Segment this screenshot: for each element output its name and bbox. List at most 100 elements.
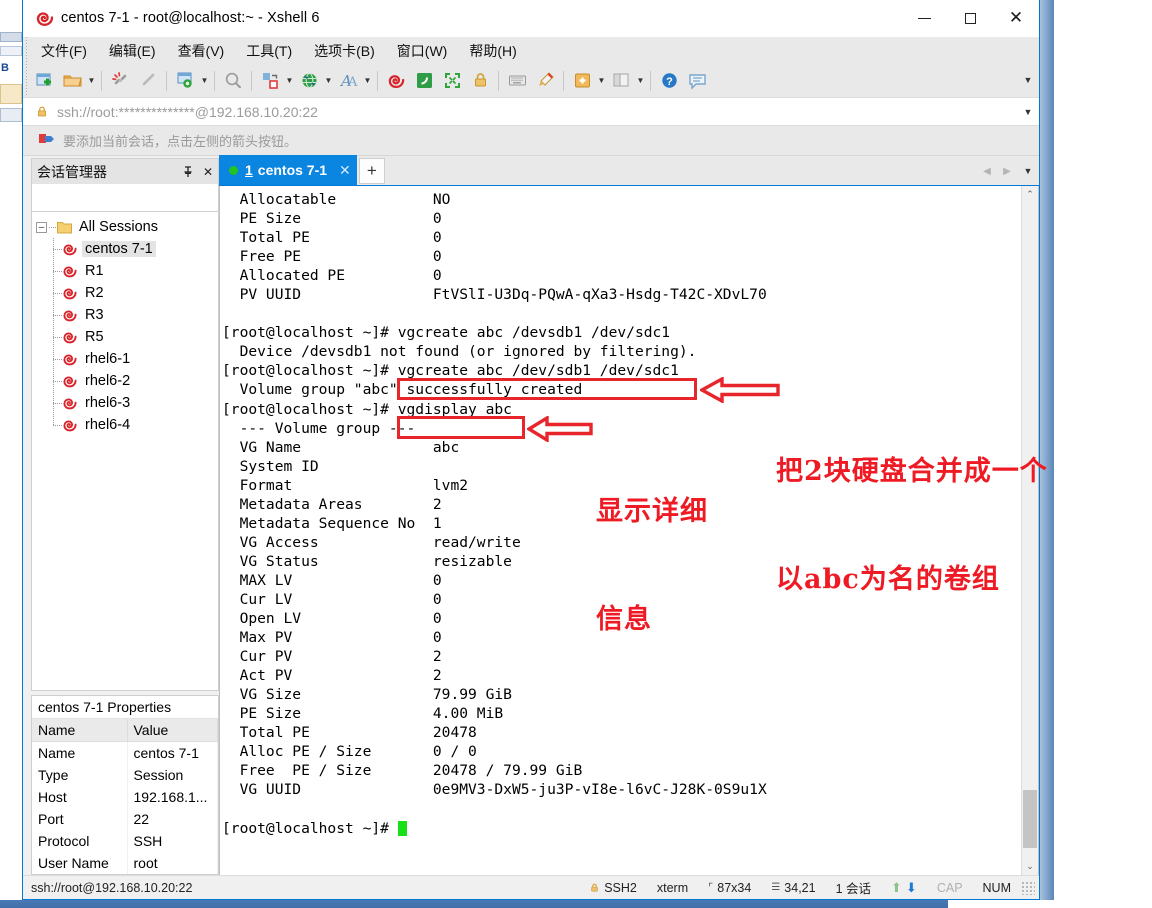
reconnect-icon[interactable] bbox=[136, 69, 160, 93]
session-item-rhel6-2[interactable]: rhel6-2 bbox=[32, 370, 218, 392]
tree-connector bbox=[53, 403, 63, 404]
table-row[interactable]: Name centos 7-1 bbox=[32, 741, 218, 764]
tab-scroll-left-icon[interactable]: ◀ bbox=[977, 157, 997, 185]
file-transfer-dropdown-icon[interactable]: ▼ bbox=[284, 69, 295, 93]
property-name: Protocol bbox=[32, 830, 128, 852]
session-item-r1[interactable]: R1 bbox=[32, 260, 218, 282]
pin-icon[interactable] bbox=[178, 162, 198, 182]
fullscreen-icon[interactable] bbox=[440, 69, 464, 93]
xftp-icon[interactable] bbox=[412, 69, 436, 93]
open-folder-icon[interactable] bbox=[60, 69, 84, 93]
font-dropdown-icon[interactable]: ▼ bbox=[362, 69, 373, 93]
property-value: SSH bbox=[127, 830, 218, 852]
xshell-icon[interactable] bbox=[384, 69, 408, 93]
minimize-button[interactable] bbox=[901, 0, 947, 36]
table-row[interactable]: Port 22 bbox=[32, 808, 218, 830]
address-dropdown-icon[interactable]: ▼ bbox=[1017, 107, 1039, 117]
address-input[interactable]: ssh://root:**************@192.168.10.20:… bbox=[57, 104, 1017, 120]
table-row[interactable]: Protocol SSH bbox=[32, 830, 218, 852]
toolbar-overflow-icon[interactable]: ▼ bbox=[1021, 69, 1035, 91]
menu-file[interactable]: 文件(F) bbox=[30, 38, 98, 64]
menu-window[interactable]: 窗口(W) bbox=[386, 38, 459, 64]
comment-icon[interactable] bbox=[685, 69, 709, 93]
find-icon[interactable] bbox=[221, 69, 245, 93]
scroll-up-icon[interactable]: ⌃ bbox=[1022, 186, 1038, 203]
tab-bar: 1 centos 7-1 ✕ + ◀ ▶ ▼ bbox=[219, 155, 1039, 186]
status-screen-size[interactable]: ⌜ 87x34 bbox=[698, 881, 761, 895]
status-terminal-type[interactable]: xterm bbox=[647, 881, 698, 895]
close-button[interactable]: ✕ bbox=[993, 0, 1039, 36]
toolbar-grip[interactable] bbox=[23, 64, 30, 97]
annotation-note-left: 显示详细 信息 bbox=[596, 422, 708, 710]
session-icon bbox=[62, 351, 78, 367]
session-item-centos-7-1[interactable]: centos 7-1 bbox=[32, 238, 218, 260]
tab-centos-7-1[interactable]: 1 centos 7-1 ✕ bbox=[219, 155, 357, 185]
tree-node-all-sessions[interactable]: – All Sessions bbox=[32, 216, 218, 238]
split-view-dropdown-icon[interactable]: ▼ bbox=[635, 69, 646, 93]
session-properties-icon[interactable] bbox=[173, 69, 197, 93]
globe-icon[interactable] bbox=[297, 69, 321, 93]
new-tab-button[interactable]: + bbox=[358, 158, 385, 184]
new-session-icon[interactable] bbox=[32, 69, 56, 93]
session-label: rhel6-4 bbox=[85, 417, 131, 433]
xshell-logo-icon bbox=[31, 8, 59, 28]
background-window-b[interactable] bbox=[0, 46, 22, 56]
resize-grip[interactable] bbox=[1021, 880, 1035, 895]
background-window-d[interactable] bbox=[0, 84, 22, 104]
keyboard-icon[interactable] bbox=[505, 69, 529, 93]
session-item-r2[interactable]: R2 bbox=[32, 282, 218, 304]
tab-close-icon[interactable]: ✕ bbox=[339, 162, 351, 179]
session-item-rhel6-1[interactable]: rhel6-1 bbox=[32, 348, 218, 370]
status-protocol[interactable]: SSH2 bbox=[579, 881, 647, 895]
lock-icon bbox=[589, 882, 600, 894]
menu-help[interactable]: 帮助(H) bbox=[458, 38, 527, 64]
table-row[interactable]: User Name root bbox=[32, 852, 218, 874]
maximize-button[interactable] bbox=[947, 0, 993, 36]
add-tab-icon[interactable] bbox=[570, 69, 594, 93]
tree-connector bbox=[53, 414, 54, 425]
disconnect-icon[interactable] bbox=[108, 69, 132, 93]
session-properties-dropdown-icon[interactable]: ▼ bbox=[199, 69, 210, 93]
background-window-e[interactable] bbox=[0, 108, 22, 122]
session-label: R5 bbox=[85, 329, 104, 345]
property-name: Host bbox=[32, 786, 128, 808]
session-item-rhel6-3[interactable]: rhel6-3 bbox=[32, 392, 218, 414]
background-window-a[interactable] bbox=[0, 32, 22, 42]
menu-tools[interactable]: 工具(T) bbox=[235, 38, 303, 64]
menu-view[interactable]: 查看(V) bbox=[167, 38, 236, 64]
menu-edit[interactable]: 编辑(E) bbox=[98, 38, 167, 64]
session-label: rhel6-1 bbox=[85, 351, 131, 367]
status-session-count[interactable]: 1 会话 bbox=[826, 878, 881, 897]
tab-list-menu-icon[interactable]: ▼ bbox=[1017, 157, 1039, 185]
menubar-grip[interactable] bbox=[23, 37, 30, 64]
session-item-r5[interactable]: R5 bbox=[32, 326, 218, 348]
globe-dropdown-icon[interactable]: ▼ bbox=[323, 69, 334, 93]
session-search-box[interactable] bbox=[31, 184, 232, 212]
scroll-down-icon[interactable]: ⌄ bbox=[1022, 858, 1038, 875]
collapse-icon[interactable]: – bbox=[36, 221, 47, 233]
table-row[interactable]: Host 192.168.1... bbox=[32, 786, 218, 808]
lock-icon[interactable] bbox=[468, 69, 492, 93]
session-icon bbox=[62, 395, 78, 411]
open-folder-dropdown-icon[interactable]: ▼ bbox=[86, 69, 97, 93]
help-icon[interactable]: ? bbox=[657, 69, 681, 93]
table-row[interactable]: Type Session bbox=[32, 764, 218, 786]
add-tab-dropdown-icon[interactable]: ▼ bbox=[596, 69, 607, 93]
close-panel-icon[interactable]: ✕ bbox=[198, 162, 218, 182]
session-item-r3[interactable]: R3 bbox=[32, 304, 218, 326]
tab-scroll-right-icon[interactable]: ▶ bbox=[997, 157, 1017, 185]
menu-tabs[interactable]: 选项卡(B) bbox=[303, 38, 386, 64]
tree-label-all-sessions: All Sessions bbox=[79, 219, 158, 235]
scrollbar-thumb[interactable] bbox=[1023, 790, 1037, 848]
session-tree[interactable]: – All Sessions centos 7-1 R1 R2 R3 R5 rh… bbox=[31, 212, 219, 691]
file-transfer-icon[interactable] bbox=[258, 69, 282, 93]
status-cursor-position[interactable]: ☰ 34,21 bbox=[761, 881, 825, 895]
background-window-c[interactable]: B bbox=[0, 60, 14, 76]
font-icon[interactable]: A A bbox=[336, 69, 360, 93]
split-view-icon[interactable] bbox=[609, 69, 633, 93]
toolbar-separator bbox=[377, 70, 378, 91]
highlight-icon[interactable] bbox=[533, 69, 557, 93]
session-item-rhel6-4[interactable]: rhel6-4 bbox=[32, 414, 218, 436]
session-search-input[interactable] bbox=[32, 190, 213, 205]
annotation-box-vgcreate bbox=[397, 378, 697, 400]
